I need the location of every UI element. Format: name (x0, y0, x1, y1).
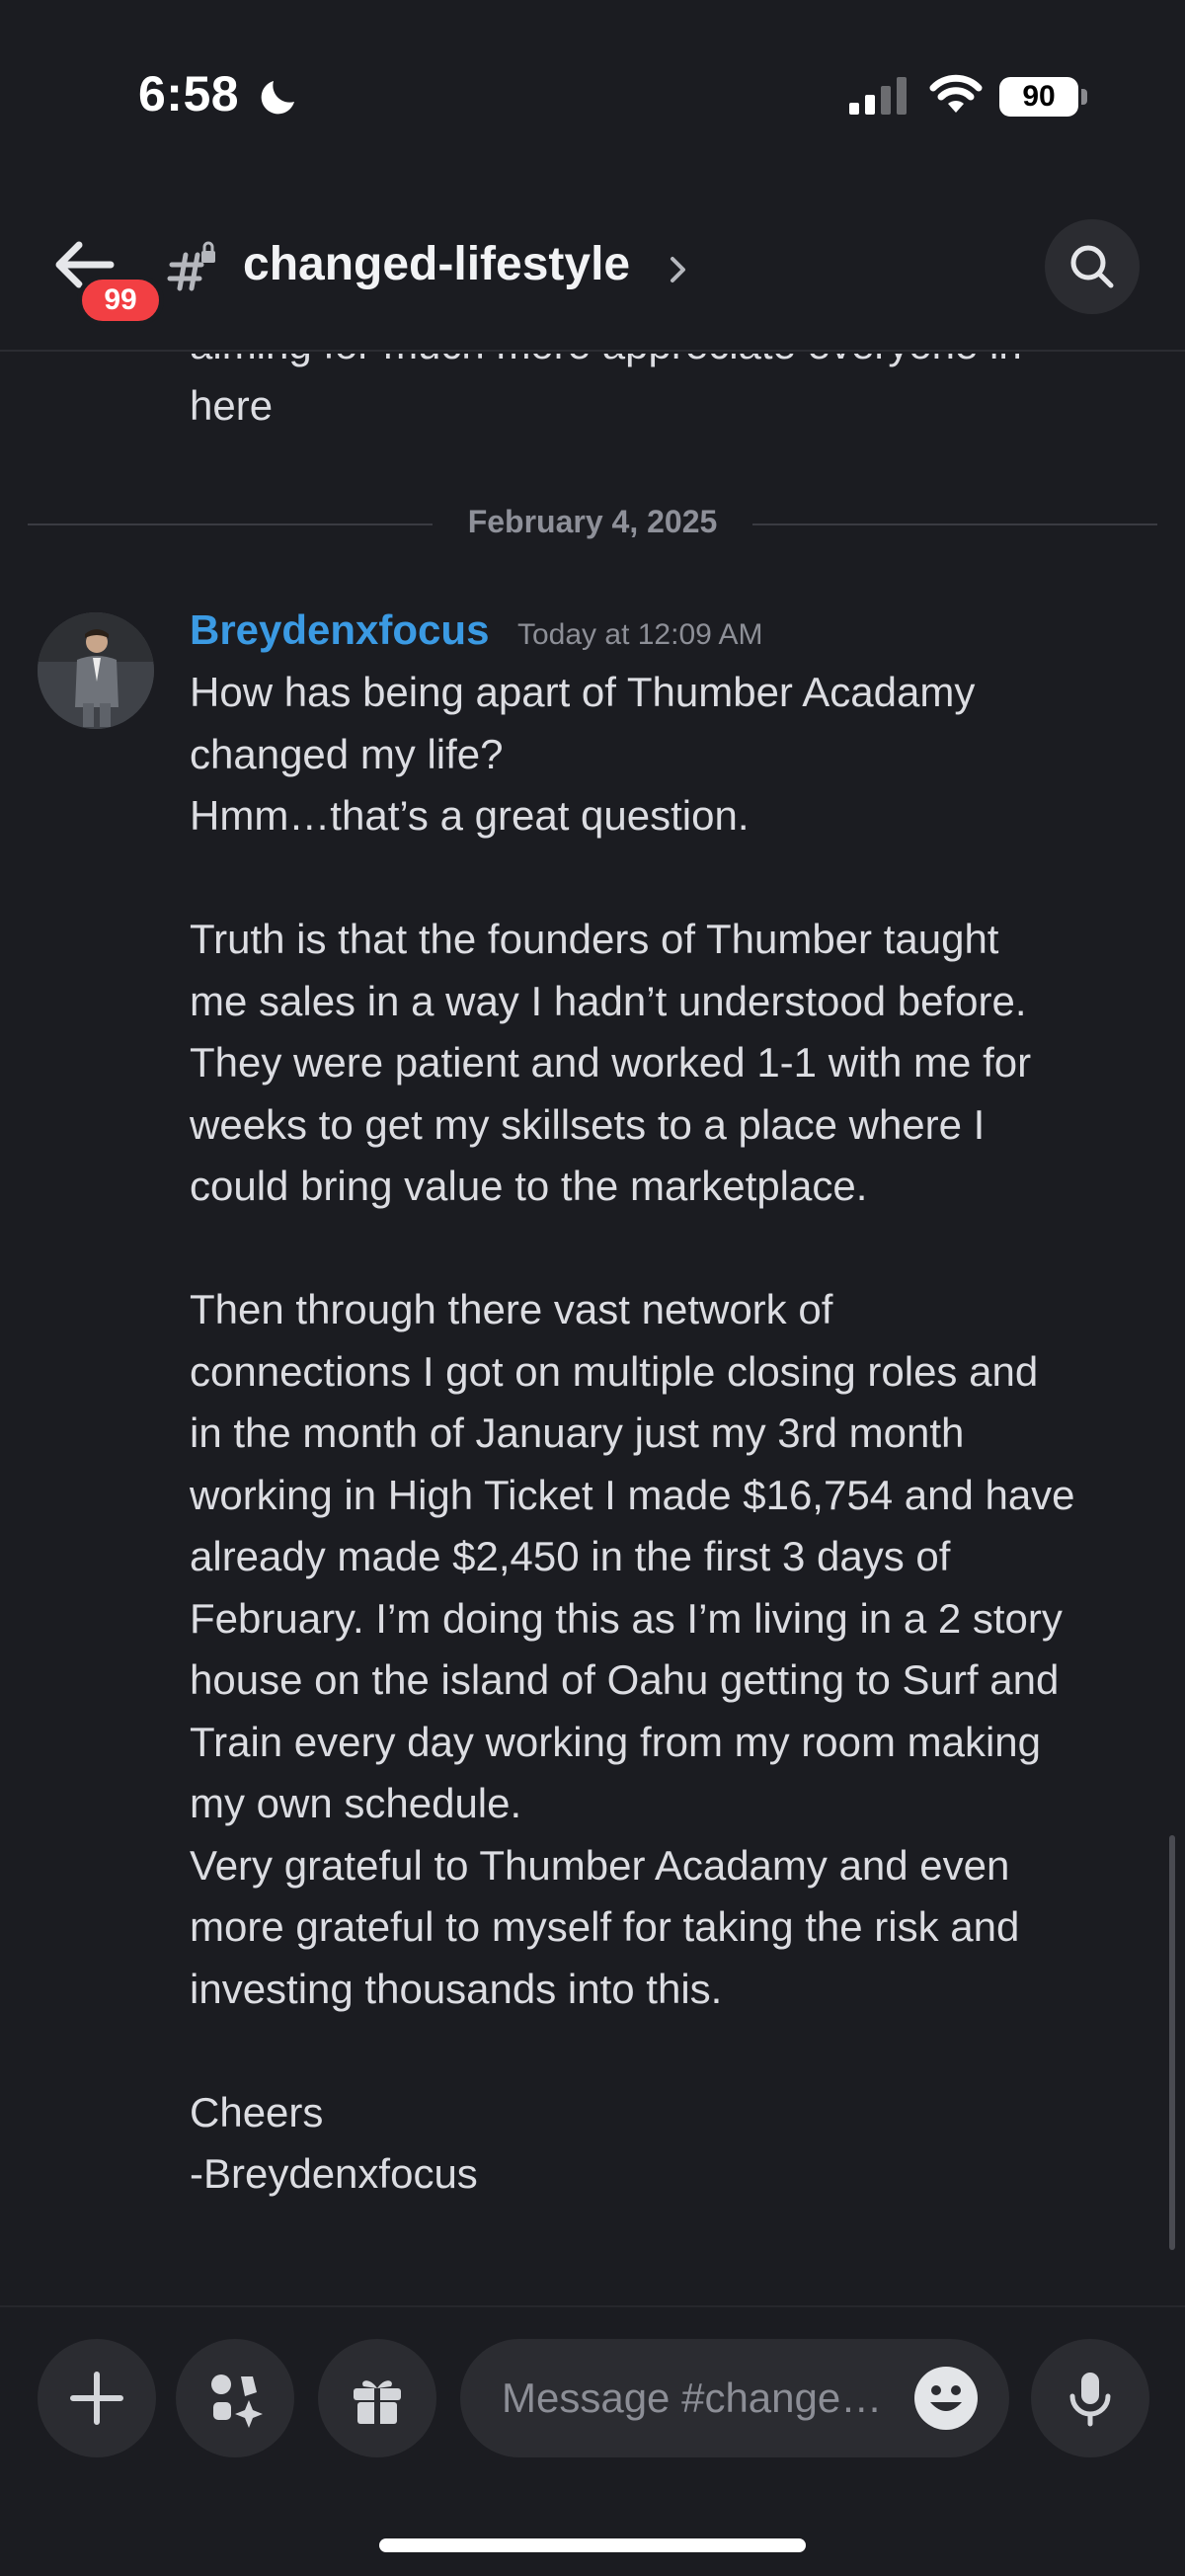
battery-nub (1081, 89, 1087, 105)
wifi-icon (929, 74, 983, 113)
message-list[interactable]: aiming for much more appreciate everyone… (0, 354, 1185, 2305)
channel-header: 99 changed-lifestyle (0, 198, 1185, 352)
message-body: How has being apart of Thumber Acadamy c… (190, 669, 1075, 2197)
status-time: 6:58 (138, 66, 240, 121)
message-input-box[interactable] (460, 2339, 1009, 2457)
scrollbar[interactable] (1169, 1835, 1175, 2250)
discord-screen: { "status": { "time": "6:58", "battery":… (0, 0, 1185, 2576)
avatar-image (38, 612, 154, 729)
cellular-signal-icon (849, 77, 907, 115)
divider-line-right (752, 523, 1157, 525)
message-composer (0, 2305, 1185, 2483)
unread-badge: 99 (77, 275, 164, 326)
add-attachment-button[interactable] (38, 2339, 156, 2457)
locked-channel-hash-icon (167, 241, 215, 291)
status-bar: 6:58 90 (0, 0, 1185, 198)
message-timestamp: Today at 12:09 AM (517, 618, 763, 651)
moon-icon (261, 81, 294, 115)
date-divider-label: February 4, 2025 (467, 504, 718, 539)
apps-sparkle-icon (211, 2375, 263, 2428)
search-button[interactable] (1045, 219, 1140, 314)
voice-message-button[interactable] (1031, 2339, 1149, 2457)
apps-button[interactable] (176, 2339, 294, 2457)
plus-icon (70, 2372, 123, 2425)
avatar[interactable] (38, 612, 154, 729)
chevron-right-icon[interactable] (668, 255, 689, 284)
previous-message-text: aiming for much more appreciate everyone… (190, 354, 1022, 429)
emoji-button[interactable] (914, 2367, 978, 2430)
battery-indicator: 90 (999, 77, 1078, 117)
channel-name[interactable]: changed-lifestyle (243, 237, 630, 291)
date-divider: February 4, 2025 (28, 502, 1157, 545)
gift-icon (354, 2380, 401, 2424)
message-author[interactable]: Breydenxfocus (190, 606, 489, 654)
gift-button[interactable] (318, 2339, 436, 2457)
smiley-face-icon (930, 2385, 962, 2411)
search-icon (1070, 245, 1114, 288)
message-input[interactable] (502, 2339, 916, 2457)
microphone-icon (1069, 2373, 1111, 2427)
home-indicator[interactable] (379, 2538, 806, 2552)
